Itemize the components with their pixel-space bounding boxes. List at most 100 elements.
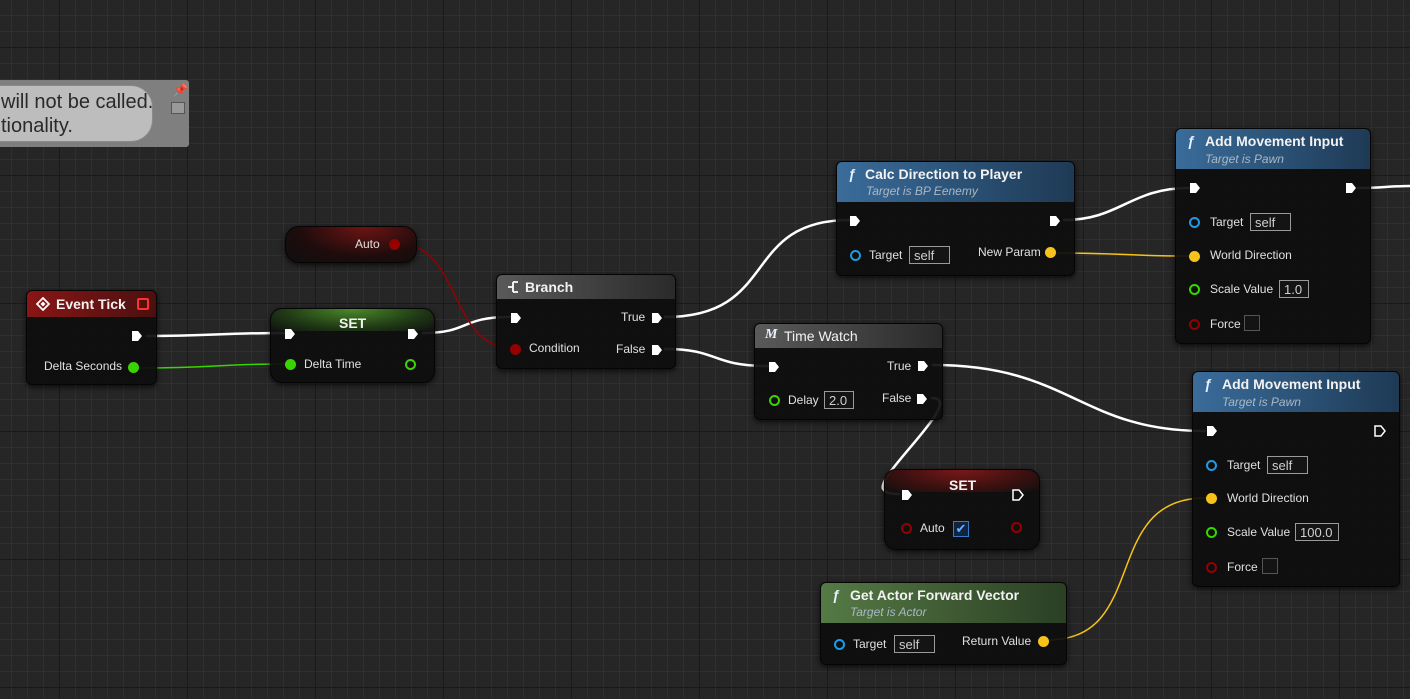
exec-out-pin[interactable] bbox=[1012, 489, 1024, 501]
world-direction-pin[interactable] bbox=[1206, 493, 1217, 504]
delay-field[interactable]: 2.0 bbox=[824, 391, 854, 409]
node-branch[interactable]: Branch True Condition False bbox=[496, 274, 676, 369]
exec-out-pin[interactable] bbox=[1049, 215, 1061, 227]
delta-seconds-label: Delta Seconds bbox=[44, 359, 123, 373]
exec-in-pin[interactable] bbox=[1206, 425, 1218, 437]
wire-vector-forward-to-add2 bbox=[1047, 497, 1206, 641]
exec-out-pin[interactable] bbox=[1345, 182, 1357, 194]
target-pin[interactable] bbox=[834, 639, 845, 650]
force-label: Force bbox=[1210, 317, 1241, 331]
node-event-tick[interactable]: Event Tick Delta Seconds bbox=[26, 290, 157, 385]
wires-layer bbox=[142, 184, 1410, 641]
world-direction-label: World Direction bbox=[1210, 248, 1292, 262]
return-value-pin[interactable] bbox=[1038, 636, 1049, 647]
node-add-movement-input-2[interactable]: ƒ Add Movement Input Target is Pawn Targ… bbox=[1192, 371, 1400, 587]
force-label: Force bbox=[1227, 560, 1258, 574]
node-get-actor-forward-vector[interactable]: ƒ Get Actor Forward Vector Target is Act… bbox=[820, 582, 1067, 665]
delta-seconds-pin[interactable] bbox=[128, 362, 139, 373]
comment-box[interactable]: will not be called. tionality. 📌 bbox=[0, 80, 189, 147]
target-pin[interactable] bbox=[1189, 217, 1200, 228]
node-set-delta-time[interactable]: SET Delta Time bbox=[270, 308, 435, 383]
target-label: Target bbox=[853, 637, 887, 651]
scale-value-pin[interactable] bbox=[1206, 527, 1217, 538]
node-auto-getter[interactable]: Auto bbox=[285, 226, 417, 263]
target-field[interactable]: self bbox=[909, 246, 950, 264]
auto-checkbox[interactable]: ✔ bbox=[953, 521, 969, 537]
false-out-pin[interactable] bbox=[651, 344, 663, 356]
node-set-auto[interactable]: SET Auto ✔ bbox=[884, 469, 1040, 550]
node-subtitle: Target is Actor bbox=[850, 605, 927, 619]
scale-value-field[interactable]: 1.0 bbox=[1279, 280, 1309, 298]
condition-label: Condition bbox=[529, 341, 580, 355]
delay-pin[interactable] bbox=[769, 395, 780, 406]
node-add-movement-input-1[interactable]: ƒ Add Movement Input Target is Pawn Targ… bbox=[1175, 128, 1371, 344]
event-icon bbox=[36, 297, 50, 311]
wire-exec-false-to-timewatch bbox=[663, 347, 770, 368]
node-calc-direction[interactable]: ƒ Calc Direction to Player Target is BP … bbox=[836, 161, 1075, 276]
exec-in-pin[interactable] bbox=[768, 361, 780, 373]
wire-exec-calc-to-add1 bbox=[1062, 186, 1191, 222]
new-param-pin[interactable] bbox=[1045, 247, 1056, 258]
target-label: Target bbox=[1227, 458, 1261, 472]
true-out-pin[interactable] bbox=[917, 360, 929, 372]
scale-value-field[interactable]: 100.0 bbox=[1295, 523, 1339, 541]
return-value-label: Return Value bbox=[962, 634, 1032, 648]
delta-time-in-pin[interactable] bbox=[285, 359, 296, 370]
target-pin[interactable] bbox=[850, 250, 861, 261]
node-subtitle: Target is Pawn bbox=[1222, 395, 1301, 409]
node-title: Get Actor Forward Vector bbox=[850, 587, 1020, 603]
exec-in-pin[interactable] bbox=[901, 489, 913, 501]
exec-out-pin[interactable] bbox=[407, 328, 419, 340]
node-title: Branch bbox=[525, 279, 574, 295]
target-field[interactable]: self bbox=[1250, 213, 1291, 231]
true-label: True bbox=[887, 359, 912, 373]
comment-line-1: will not be called. bbox=[1, 91, 154, 113]
delegate-pin[interactable] bbox=[137, 298, 149, 310]
node-time-watch[interactable]: M Time Watch True Delay 2.0 False bbox=[754, 323, 943, 420]
exec-in-pin[interactable] bbox=[510, 312, 522, 324]
wire-exec-true-to-calc bbox=[663, 218, 852, 319]
exec-out-pin[interactable] bbox=[1374, 425, 1386, 437]
target-label: Target bbox=[1210, 215, 1244, 229]
macro-icon: M bbox=[765, 327, 778, 342]
node-title: Calc Direction to Player bbox=[865, 166, 1023, 182]
target-pin[interactable] bbox=[1206, 460, 1217, 471]
world-direction-pin[interactable] bbox=[1189, 251, 1200, 262]
new-param-label: New Param bbox=[978, 245, 1041, 259]
delta-time-out-pin[interactable] bbox=[405, 359, 416, 370]
exec-in-pin[interactable] bbox=[1189, 182, 1201, 194]
true-out-pin[interactable] bbox=[651, 312, 663, 324]
exec-in-pin[interactable] bbox=[849, 215, 861, 227]
force-checkbox[interactable] bbox=[1262, 558, 1278, 574]
node-title: Time Watch bbox=[784, 328, 858, 344]
false-out-pin[interactable] bbox=[916, 393, 928, 405]
comment-bubble: will not be called. tionality. bbox=[0, 85, 153, 142]
auto-label: Auto bbox=[355, 237, 380, 251]
delta-time-label: Delta Time bbox=[304, 357, 362, 371]
auto-out-pin[interactable] bbox=[389, 239, 400, 250]
force-pin[interactable] bbox=[1189, 319, 1200, 330]
pin-icon[interactable]: 📌 bbox=[173, 84, 188, 96]
exec-out-pin[interactable] bbox=[131, 330, 143, 342]
force-checkbox[interactable] bbox=[1244, 315, 1260, 331]
auto-out-pin[interactable] bbox=[1011, 522, 1022, 533]
scale-value-label: Scale Value bbox=[1210, 282, 1274, 296]
node-subtitle: Target is BP Eenemy bbox=[866, 184, 978, 198]
condition-pin[interactable] bbox=[510, 344, 521, 355]
node-title: Add Movement Input bbox=[1222, 376, 1361, 392]
force-pin[interactable] bbox=[1206, 562, 1217, 573]
node-title: SET bbox=[949, 477, 977, 493]
node-title: SET bbox=[339, 315, 367, 331]
bubble-toggle-icon[interactable] bbox=[171, 102, 185, 114]
target-field[interactable]: self bbox=[894, 635, 935, 653]
scale-value-label: Scale Value bbox=[1227, 525, 1291, 539]
branch-icon bbox=[508, 281, 518, 293]
true-label: True bbox=[621, 310, 646, 324]
world-direction-label: World Direction bbox=[1227, 491, 1309, 505]
auto-in-pin[interactable] bbox=[901, 523, 912, 534]
scale-value-pin[interactable] bbox=[1189, 284, 1200, 295]
exec-in-pin[interactable] bbox=[284, 328, 296, 340]
wire-float-delta bbox=[142, 363, 286, 369]
function-icon: ƒ bbox=[1204, 376, 1212, 392]
target-field[interactable]: self bbox=[1267, 456, 1308, 474]
